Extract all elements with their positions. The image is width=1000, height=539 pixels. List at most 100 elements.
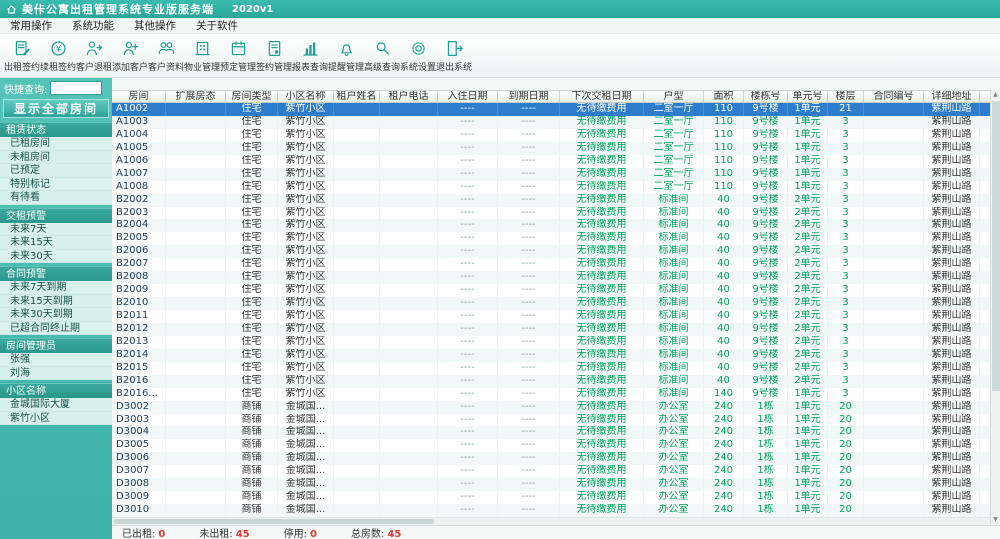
table-cell: 9号楼: [744, 388, 788, 401]
table-row[interactable]: D3010商铺金城国...--------无待缴费用办公室2401栋1单元20紫…: [112, 504, 1000, 517]
table-row[interactable]: B2002住宅紫竹小区--------无待缴费用标准间409号楼2单元3紫荆山路: [112, 194, 1000, 207]
table-row[interactable]: D3002商铺金城国...--------无待缴费用办公室2401栋1单元20紫…: [112, 401, 1000, 414]
scroll-up-icon[interactable]: ▲: [991, 90, 1000, 100]
column-header[interactable]: 扩展房态: [166, 91, 226, 102]
app-icon: [6, 4, 17, 15]
table-row-selected[interactable]: A1002住宅紫竹小区--------无待缴费用二室一厅1109号楼1单元21紫…: [112, 103, 1000, 116]
column-header[interactable]: 户型: [644, 91, 704, 102]
sidebar-item[interactable]: 紫竹小区: [0, 412, 112, 426]
customer-info-button[interactable]: 客户资料: [148, 36, 184, 76]
table-row[interactable]: B2015住宅紫竹小区--------无待缴费用标准间409号楼2单元3紫荆山路: [112, 362, 1000, 375]
vertical-scrollbar-thumb[interactable]: [992, 101, 1000, 391]
column-header[interactable]: 楼栋号: [744, 91, 788, 102]
table-row[interactable]: A1005住宅紫竹小区--------无待缴费用二室一厅1109号楼1单元3紫荆…: [112, 142, 1000, 155]
property-button[interactable]: 物业管理: [184, 36, 220, 76]
table-cell: A1007: [112, 168, 166, 181]
menu-item-3[interactable]: 其他操作: [124, 18, 186, 33]
sidebar-item[interactable]: 已超合同终止期: [0, 322, 112, 336]
lease-sign-button[interactable]: 出租签约: [4, 36, 40, 76]
table-row[interactable]: B2003住宅紫竹小区--------无待缴费用标准间409号楼2单元3紫荆山路: [112, 207, 1000, 220]
sidebar-item[interactable]: 已预定: [0, 164, 112, 178]
column-header[interactable]: 合同编号: [864, 91, 924, 102]
table-row[interactable]: D3008商铺金城国...--------无待缴费用办公室2401栋1单元20紫…: [112, 478, 1000, 491]
sidebar-item[interactable]: 未来30天: [0, 250, 112, 264]
column-header[interactable]: 面积: [704, 91, 744, 102]
column-header[interactable]: 租户姓名: [334, 91, 380, 102]
column-header[interactable]: 房间: [112, 91, 166, 102]
booking-button[interactable]: 预定管理: [220, 36, 256, 76]
quick-search-input[interactable]: [50, 81, 102, 95]
table-row[interactable]: B2007住宅紫竹小区--------无待缴费用标准间409号楼2单元3紫荆山路: [112, 258, 1000, 271]
table-row[interactable]: D3006商铺金城国...--------无待缴费用办公室2401栋1单元20紫…: [112, 452, 1000, 465]
sidebar-item[interactable]: 特别标记: [0, 178, 112, 192]
table-row[interactable]: B2011住宅紫竹小区--------无待缴费用标准间409号楼2单元3紫荆山路: [112, 310, 1000, 323]
contract-button[interactable]: 签约管理: [256, 36, 292, 76]
table-cell: [166, 103, 226, 116]
table-row[interactable]: A1006住宅紫竹小区--------无待缴费用二室一厅1109号楼1单元3紫荆…: [112, 155, 1000, 168]
table-row[interactable]: D3009商铺金城国...--------无待缴费用办公室2401栋1单元20紫…: [112, 491, 1000, 504]
sidebar-item[interactable]: 未来15天: [0, 236, 112, 250]
tool-button-label: 添加客户: [112, 60, 148, 73]
table-row[interactable]: B2005住宅紫竹小区--------无待缴费用标准间409号楼2单元3紫荆山路: [112, 232, 1000, 245]
table-row[interactable]: D3003商铺金城国...--------无待缴费用办公室2401栋1单元20紫…: [112, 414, 1000, 427]
sidebar-item[interactable]: 已租房间: [0, 137, 112, 151]
table-cell: [166, 465, 226, 478]
table-row[interactable]: B2012住宅紫竹小区--------无待缴费用标准间409号楼2单元3紫荆山路: [112, 323, 1000, 336]
add-customer-button[interactable]: 添加客户: [112, 36, 148, 76]
sidebar-item[interactable]: 未来15天到期: [0, 295, 112, 309]
table-row[interactable]: B2013住宅紫竹小区--------无待缴费用标准间409号楼2单元3紫荆山路: [112, 336, 1000, 349]
table-row[interactable]: B2004住宅紫竹小区--------无待缴费用标准间409号楼2单元3紫荆山路: [112, 219, 1000, 232]
column-header[interactable]: 楼层: [828, 91, 864, 102]
column-header[interactable]: 房间类型: [226, 91, 278, 102]
table-row[interactable]: D3007商铺金城国...--------无待缴费用办公室2401栋1单元20紫…: [112, 465, 1000, 478]
table-cell: ----: [498, 504, 560, 517]
column-header[interactable]: 入住日期: [438, 91, 498, 102]
sidebar-item[interactable]: 有待看: [0, 191, 112, 205]
sidebar-item[interactable]: 未租房间: [0, 151, 112, 165]
exit-button[interactable]: 退出系统: [436, 36, 472, 76]
sidebar-item[interactable]: 未来30天到期: [0, 308, 112, 322]
table-row[interactable]: B2016...住宅紫竹小区--------无待缴费用标准间1409号楼1单元3…: [112, 388, 1000, 401]
settings-button[interactable]: 系统设置: [400, 36, 436, 76]
table-row[interactable]: B2014住宅紫竹小区--------无待缴费用标准间409号楼2单元3紫荆山路: [112, 349, 1000, 362]
table-row[interactable]: B2016住宅紫竹小区--------无待缴费用标准间409号楼2单元3紫荆山路: [112, 375, 1000, 388]
sidebar-item[interactable]: 未来7天到期: [0, 281, 112, 295]
renew-lease-button[interactable]: ¥续租签约: [40, 36, 76, 76]
show-all-rooms-button[interactable]: 显示全部房间: [3, 99, 109, 118]
column-header[interactable]: 下次交租日期: [560, 91, 644, 102]
table-cell: 240: [704, 465, 744, 478]
table-row[interactable]: A1004住宅紫竹小区--------无待缴费用二室一厅1109号楼1单元3紫荆…: [112, 129, 1000, 142]
horizontal-scrollbar-thumb[interactable]: [114, 519, 434, 524]
column-header[interactable]: 小区名称: [278, 91, 334, 102]
report-button[interactable]: 报表查询: [292, 36, 328, 76]
menu-item-2[interactable]: 系统功能: [62, 18, 124, 33]
vertical-scrollbar[interactable]: ▲ ▼: [990, 90, 1000, 525]
sidebar-item[interactable]: 刘海: [0, 367, 112, 381]
table-row[interactable]: B2009住宅紫竹小区--------无待缴费用标准间409号楼2单元3紫荆山路: [112, 284, 1000, 297]
sidebar-item[interactable]: 未来7天: [0, 223, 112, 237]
table-row[interactable]: A1008住宅紫竹小区--------无待缴费用二室一厅1109号楼1单元3紫荆…: [112, 181, 1000, 194]
table-cell: 无待缴费用: [560, 504, 644, 517]
table-row[interactable]: D3004商铺金城国...--------无待缴费用办公室2401栋1单元20紫…: [112, 426, 1000, 439]
menu-item-4[interactable]: 关于软件: [186, 18, 248, 33]
reminder-button[interactable]: 提醒管理: [328, 36, 364, 76]
column-header[interactable]: 租户电话: [380, 91, 438, 102]
scroll-down-icon[interactable]: ▼: [991, 515, 1000, 525]
column-header[interactable]: 单元号: [788, 91, 828, 102]
table-row[interactable]: B2010住宅紫竹小区--------无待缴费用标准间409号楼2单元3紫荆山路: [112, 297, 1000, 310]
table-row[interactable]: B2008住宅紫竹小区--------无待缴费用标准间409号楼2单元3紫荆山路: [112, 271, 1000, 284]
sidebar-item[interactable]: 张强: [0, 353, 112, 367]
menu-item-1[interactable]: 常用操作: [0, 18, 62, 33]
table-row[interactable]: A1003住宅紫竹小区--------无待缴费用二室一厅1109号楼1单元3紫荆…: [112, 116, 1000, 129]
table-row[interactable]: D3005商铺金城国...--------无待缴费用办公室2401栋1单元20紫…: [112, 439, 1000, 452]
sidebar-item[interactable]: 金城国际大厦: [0, 398, 112, 412]
column-header[interactable]: 详细地址: [924, 91, 980, 102]
booking-icon: [229, 39, 248, 59]
table-row[interactable]: B2006住宅紫竹小区--------无待缴费用标准间409号楼2单元3紫荆山路: [112, 245, 1000, 258]
checkout-button[interactable]: 客户退租: [76, 36, 112, 76]
table-cell: 标准间: [644, 232, 704, 245]
column-header[interactable]: 到期日期: [498, 91, 560, 102]
table-row[interactable]: A1007住宅紫竹小区--------无待缴费用二室一厅1109号楼1单元3紫荆…: [112, 168, 1000, 181]
horizontal-scrollbar[interactable]: [112, 517, 1000, 525]
advanced-search-button[interactable]: 高级查询: [364, 36, 400, 76]
